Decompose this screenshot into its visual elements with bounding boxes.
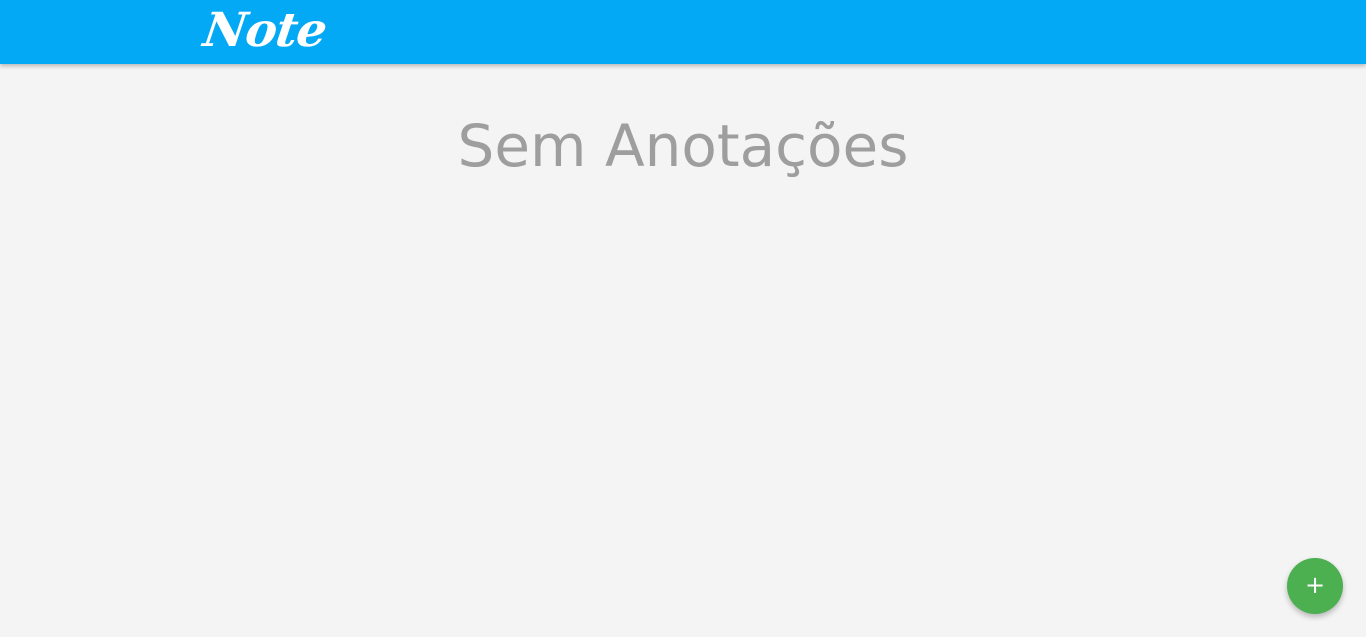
app-logo: Note bbox=[200, 2, 330, 58]
plus-icon: + bbox=[1304, 571, 1326, 599]
empty-state-message: Sem Anotações bbox=[457, 112, 909, 180]
app-header: Note bbox=[0, 0, 1366, 64]
app-root: Note Sem Anotações + bbox=[0, 0, 1366, 637]
add-note-button[interactable]: + bbox=[1287, 558, 1343, 614]
